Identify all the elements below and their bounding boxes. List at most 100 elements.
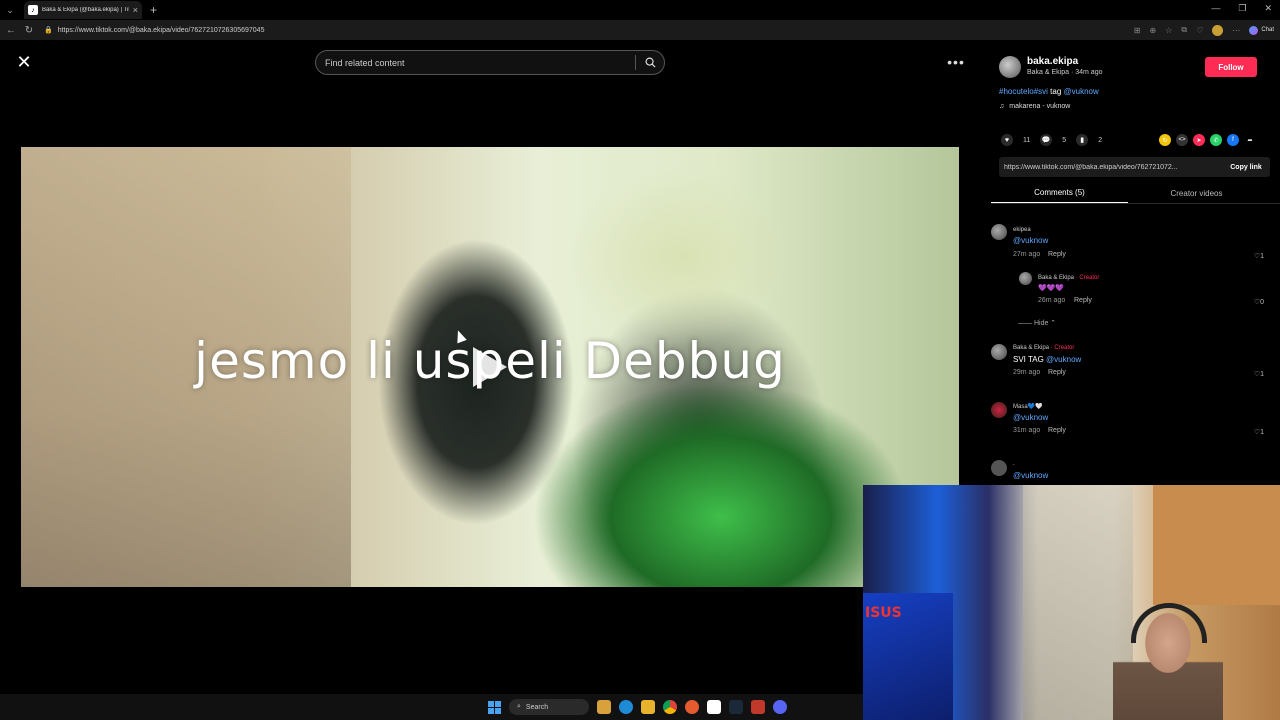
discord-icon[interactable]	[773, 700, 787, 714]
maximize-icon[interactable]: ❐	[1238, 3, 1246, 14]
webcam-cabinet	[1153, 485, 1280, 605]
panel-tabs: Comments (5) Creator videos	[991, 183, 1280, 204]
extensions-icon[interactable]: ⧉	[1181, 25, 1187, 35]
webcam-overlay: ISUS	[863, 485, 1280, 720]
copilot-chat-button[interactable]: Chat	[1249, 25, 1274, 35]
video-description: #hocutelo#svi tag @vuknow	[999, 87, 1099, 96]
mention-link[interactable]: @vuknow	[1064, 87, 1099, 96]
copy-link-button[interactable]: Copy link	[1222, 164, 1270, 171]
address-bar: ← ↻ 🔒 https://www.tiktok.com/@baka.ekipa…	[0, 20, 1280, 40]
file-explorer-icon[interactable]	[641, 700, 655, 714]
author-username[interactable]: baka.ekipa	[1027, 56, 1103, 67]
commenter-name[interactable]: Baka & Ekipa · Creator	[1038, 275, 1099, 281]
url-field[interactable]: 🔒 https://www.tiktok.com/@baka.ekipa/vid…	[42, 22, 1126, 38]
comment-time: 29m ago	[1013, 369, 1041, 376]
edge-icon[interactable]	[619, 700, 633, 714]
comment-text: 💜💜💜	[1038, 285, 1065, 292]
windows-start-icon[interactable]	[488, 700, 501, 714]
reply-button[interactable]: Reply	[1074, 297, 1092, 304]
commenter-avatar[interactable]	[991, 344, 1007, 360]
save-count: 2	[1098, 136, 1103, 144]
video-link-text: https://www.tiktok.com/@baka.ekipa/video…	[1004, 163, 1178, 171]
follow-button[interactable]: Follow	[1205, 57, 1257, 77]
author-info: baka.ekipa Baka & Ekipa · 34m ago	[999, 56, 1103, 78]
author-avatar[interactable]	[999, 56, 1021, 78]
commenter-avatar[interactable]	[991, 402, 1007, 418]
zoom-icon[interactable]: ⊕	[1150, 26, 1157, 35]
comment-icon[interactable]: 💬	[1040, 134, 1053, 146]
comment-like-count: 1	[1260, 429, 1264, 436]
document-icon[interactable]	[707, 700, 721, 714]
comment-like[interactable]: ♡1	[1254, 252, 1264, 260]
favorite-icon[interactable]: ☆	[1165, 26, 1172, 35]
reply-button[interactable]: Reply	[1048, 251, 1066, 258]
tab-list-chevron-icon[interactable]: ⌄	[0, 0, 20, 20]
shield-icon[interactable]	[751, 700, 765, 714]
comment-like-count: 1	[1260, 371, 1264, 378]
tab-creator-videos[interactable]: Creator videos	[1128, 183, 1265, 203]
refresh-icon[interactable]: ↻	[24, 25, 34, 36]
commenter-name[interactable]: Masa💙🤍	[1013, 403, 1043, 410]
mention-link[interactable]: @vuknow	[1046, 355, 1081, 364]
comment-like[interactable]: ♡0	[1254, 298, 1264, 306]
comment-like[interactable]: ♡1	[1254, 370, 1264, 378]
webcam-logo-text: ISUS	[865, 605, 902, 621]
back-icon[interactable]: ←	[6, 25, 16, 36]
search-input[interactable]	[325, 57, 635, 68]
window-controls: — ❐ ✕	[1211, 3, 1272, 14]
search-bar	[315, 50, 665, 75]
address-bar-actions: ⊞ ⊕ ☆ ⧉ ♡ ⋯ Chat	[1134, 24, 1274, 36]
app-icon[interactable]	[685, 700, 699, 714]
commenter-name[interactable]: .	[1013, 461, 1015, 467]
tab-comments[interactable]: Comments (5)	[991, 183, 1128, 203]
minimize-icon[interactable]: —	[1211, 3, 1220, 14]
comment-text[interactable]: @vuknow	[1013, 236, 1048, 245]
apps-icon[interactable]: ⊞	[1134, 26, 1141, 35]
collections-icon[interactable]: ♡	[1196, 26, 1203, 35]
steam-icon[interactable]	[729, 700, 743, 714]
tab-close-icon[interactable]: ×	[133, 5, 138, 15]
reply-button[interactable]: Reply	[1048, 427, 1066, 434]
play-icon[interactable]	[473, 347, 507, 387]
commenter-name[interactable]: ekipea	[1013, 227, 1031, 233]
music-info[interactable]: ♫ makarena - vuknow	[999, 103, 1070, 110]
commenter-avatar[interactable]	[991, 460, 1007, 476]
share-buttons: ↻ <> ➤ ✆ f ➦	[1159, 134, 1256, 146]
widgets-icon[interactable]	[597, 700, 611, 714]
engagement-actions: ♥ 11 💬 5 ▮ 2	[1001, 134, 1102, 146]
hide-replies-button[interactable]: —— Hide ⌃	[1018, 319, 1056, 327]
facebook-icon[interactable]: f	[1227, 134, 1239, 146]
tiktok-favicon-icon: ♪	[28, 5, 38, 15]
more-menu-icon[interactable]: ⋯	[1232, 26, 1240, 35]
repost-icon[interactable]: ↻	[1159, 134, 1171, 146]
more-options-button[interactable]: •••	[946, 52, 966, 72]
search-button[interactable]	[636, 50, 664, 75]
profile-avatar[interactable]	[1212, 24, 1224, 36]
taskbar-search[interactable]: ⌕ Search	[509, 699, 589, 715]
chrome-icon[interactable]	[663, 700, 677, 714]
send-to-friends-icon[interactable]: ➤	[1193, 134, 1205, 146]
close-video-button[interactable]: ✕	[12, 50, 36, 74]
comment-text[interactable]: @vuknow	[1013, 471, 1048, 480]
commenter-avatar[interactable]	[1019, 272, 1032, 285]
hashtag-link[interactable]: #hocutelo#svi	[999, 87, 1048, 96]
taskbar-items: ⌕ Search	[488, 699, 787, 715]
browser-tab[interactable]: ♪ Baka & Ekipa (@baka.ekipa) | TikT... ×	[24, 1, 142, 19]
like-icon[interactable]: ♥	[1001, 134, 1013, 146]
video-player[interactable]: jesmo li uspeli Debbug	[21, 147, 959, 587]
author-subtitle: Baka & Ekipa · 34m ago	[1027, 69, 1103, 76]
share-arrow-icon[interactable]: ➦	[1244, 134, 1256, 146]
music-title: makarena - vuknow	[1009, 103, 1071, 110]
commenter-avatar[interactable]	[991, 224, 1007, 240]
video-link-row: https://www.tiktok.com/@baka.ekipa/video…	[999, 157, 1270, 177]
window-close-icon[interactable]: ✕	[1264, 3, 1272, 14]
comment-like-count: 0	[1260, 299, 1264, 306]
comment-like[interactable]: ♡1	[1254, 428, 1264, 436]
comment-text[interactable]: @vuknow	[1013, 413, 1048, 422]
new-tab-icon[interactable]: +	[150, 3, 157, 17]
embed-icon[interactable]: <>	[1176, 134, 1188, 146]
whatsapp-icon[interactable]: ✆	[1210, 134, 1222, 146]
commenter-name[interactable]: Baka & Ekipa · Creator	[1013, 345, 1074, 351]
reply-button[interactable]: Reply	[1048, 369, 1066, 376]
bookmark-icon[interactable]: ▮	[1076, 134, 1089, 146]
